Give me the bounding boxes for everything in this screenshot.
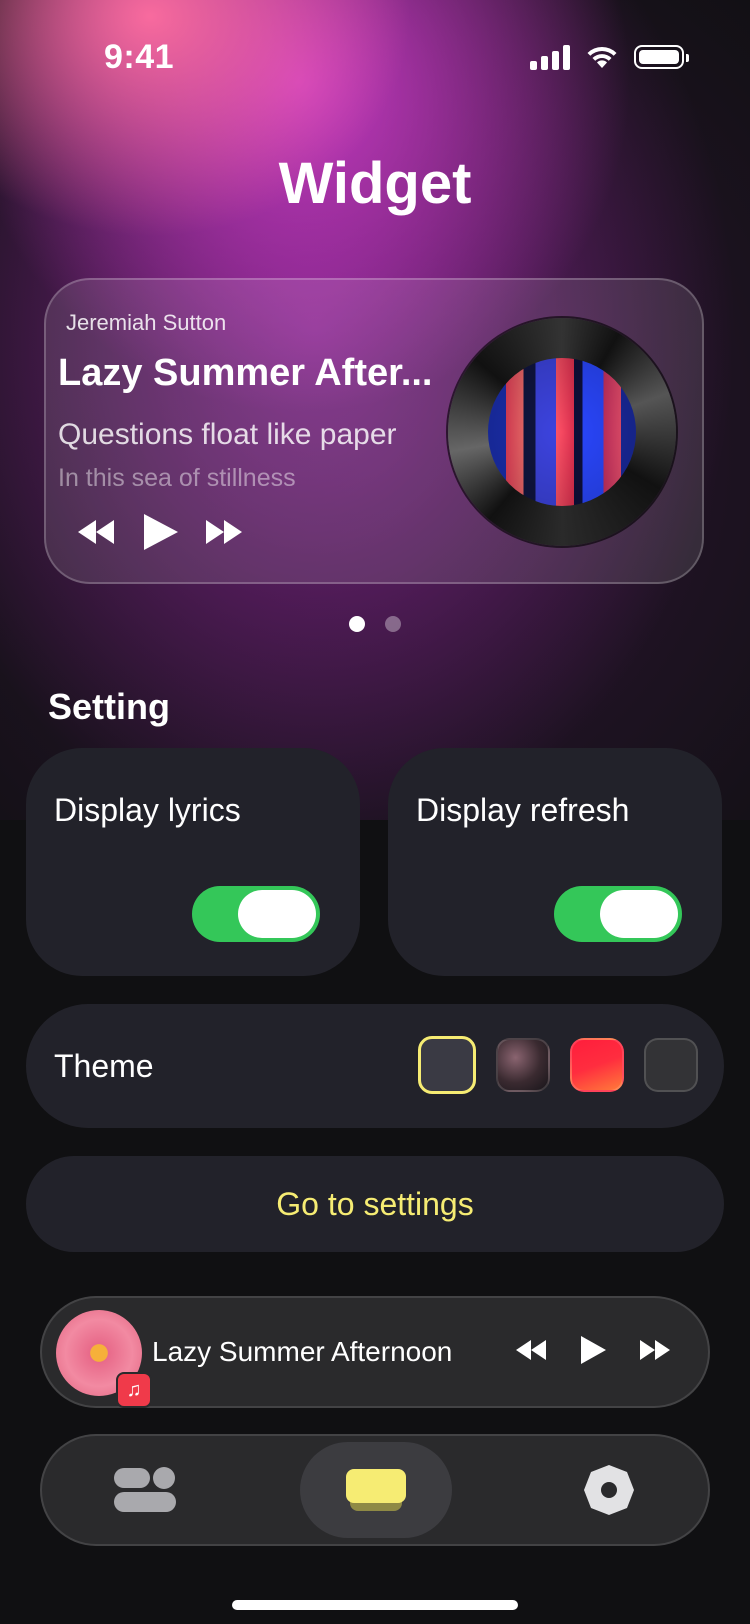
music-widget-card[interactable]: Jeremiah Sutton Lazy Summer After... Que…: [44, 278, 704, 584]
section-title-setting: Setting: [48, 686, 170, 727]
fast-forward-icon[interactable]: [204, 518, 244, 546]
tab-settings[interactable]: [546, 1442, 672, 1538]
theme-swatch-rose[interactable]: [496, 1038, 550, 1092]
tab-widgets[interactable]: [82, 1442, 208, 1538]
page-indicator: [0, 616, 750, 632]
theme-label: Theme: [54, 1048, 154, 1084]
tab-widget-card[interactable]: [300, 1442, 452, 1538]
theme-row: Theme: [26, 1004, 724, 1128]
go-to-settings-button[interactable]: Go to settings: [26, 1156, 724, 1252]
theme-swatches: [418, 1036, 698, 1094]
music-note-icon: ♫: [116, 1372, 152, 1408]
vinyl-record-art: [448, 318, 676, 546]
widget-lyric-current: Questions float like paper: [58, 418, 397, 451]
page-dot-2[interactable]: [385, 616, 401, 632]
display-lyrics-card: Display lyrics: [26, 748, 360, 976]
widget-artist: Jeremiah Sutton: [66, 310, 227, 335]
widget-card-icon: [346, 1469, 406, 1511]
page-dot-1[interactable]: [349, 616, 365, 632]
mini-play-icon[interactable]: [578, 1334, 608, 1366]
widget-lyric-next: In this sea of stillness: [58, 464, 296, 492]
status-time: 9:41: [104, 38, 175, 76]
widget-song-title: Lazy Summer After...: [58, 352, 433, 394]
battery-icon: [634, 45, 689, 69]
wifi-icon: [587, 46, 617, 68]
toggle-knob: [600, 890, 678, 938]
mini-player-title: Lazy Summer Afternoon: [152, 1336, 453, 1367]
display-lyrics-toggle[interactable]: [192, 886, 320, 942]
tab-bar: [40, 1434, 710, 1546]
mini-fast-forward-icon[interactable]: [638, 1338, 672, 1362]
home-indicator: [232, 1600, 518, 1610]
display-refresh-toggle[interactable]: [554, 886, 682, 942]
settings-gear-icon: [584, 1465, 634, 1515]
theme-swatch-charcoal[interactable]: [644, 1038, 698, 1092]
mini-player-controls: [514, 1334, 672, 1366]
theme-swatch-dark[interactable]: [418, 1036, 476, 1094]
display-refresh-label: Display refresh: [416, 792, 630, 828]
toggle-knob: [238, 890, 316, 938]
mini-rewind-icon[interactable]: [514, 1338, 548, 1362]
rewind-icon[interactable]: [76, 518, 116, 546]
widgets-icon: [114, 1467, 176, 1512]
widget-controls: [76, 512, 244, 552]
mini-player[interactable]: ♫ Lazy Summer Afternoon: [40, 1296, 710, 1408]
theme-swatch-red[interactable]: [570, 1038, 624, 1092]
status-icons: [530, 44, 689, 70]
album-cover: [488, 358, 636, 506]
page-title: Widget: [278, 151, 472, 216]
display-refresh-card: Display refresh: [388, 748, 722, 976]
play-icon[interactable]: [140, 512, 180, 552]
display-lyrics-label: Display lyrics: [54, 792, 241, 828]
cellular-signal-icon: [530, 44, 570, 70]
